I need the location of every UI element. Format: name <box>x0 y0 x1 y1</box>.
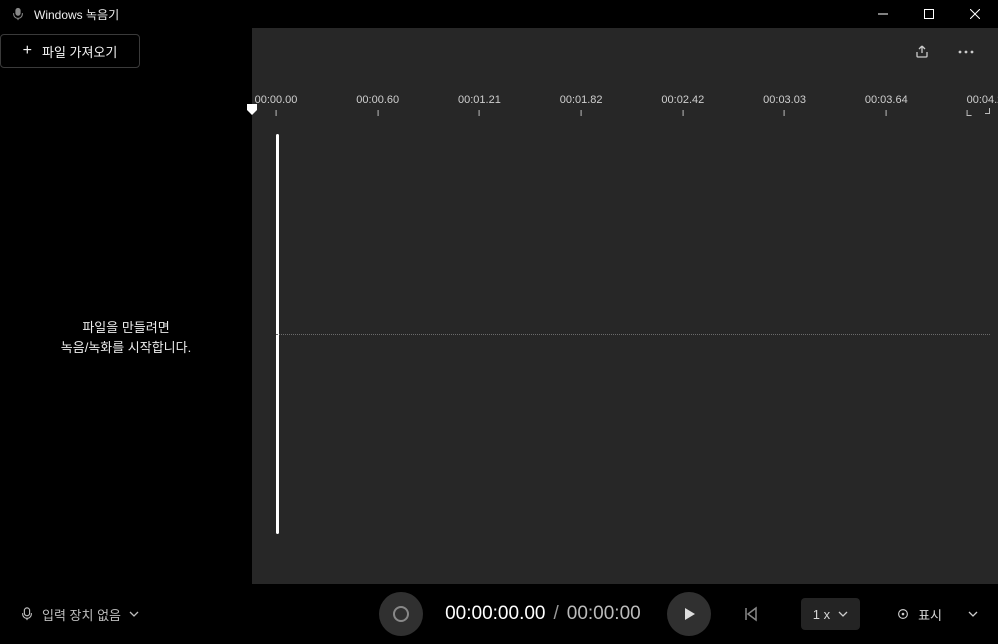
share-button[interactable] <box>906 36 938 68</box>
timeline-tick: 00:03.03 <box>763 94 806 116</box>
window-controls <box>860 0 998 28</box>
tick-mark <box>275 110 276 116</box>
tick-label: 00:00.00 <box>255 94 298 106</box>
tick-label: 00:04.24 <box>967 94 998 106</box>
ruler-end-marker <box>985 108 990 114</box>
time-separator: / <box>553 603 558 625</box>
marker-label: 표시 <box>918 605 942 624</box>
minimize-button[interactable] <box>860 0 906 28</box>
tick-label: 00:03.03 <box>763 94 806 106</box>
speed-label: 1 x <box>813 607 830 622</box>
content: 00:04.24 00:03.64 00:03.03 00:02.42 00:01.82… <box>252 28 998 584</box>
timeline-ruler[interactable]: 00:04.24 00:03.64 00:03.03 00:02.42 00:01.82… <box>276 94 998 126</box>
time-display: 00:00:00.00 / 00:00:00 <box>445 603 641 625</box>
import-file-label: 파일 가져오기 <box>42 42 117 61</box>
tick-mark <box>784 110 785 116</box>
tick-mark <box>682 110 683 116</box>
tick-label: 00:00.60 <box>356 94 399 106</box>
timeline-tick: 00:01.82 <box>560 94 603 116</box>
play-button[interactable] <box>667 592 711 636</box>
empty-line-2: 녹음/녹화를 시작합니다. <box>10 338 242 358</box>
marker-button[interactable]: 표시 <box>886 598 952 630</box>
sidebar-empty-message: 파일을 만들려면 녹음/녹화를 시작합니다. <box>0 318 252 357</box>
tick-mark <box>886 110 887 116</box>
empty-line-1: 파일을 만들려면 <box>10 318 242 338</box>
timeline[interactable]: 00:04.24 00:03.64 00:03.03 00:02.42 00:01.82… <box>252 76 998 584</box>
play-icon <box>681 606 697 622</box>
tick-mark <box>377 110 378 116</box>
chevron-down-icon <box>129 609 139 619</box>
playhead[interactable] <box>246 104 258 116</box>
titlebar-left: Windows 녹음기 <box>0 6 119 23</box>
tick-mark <box>967 110 972 116</box>
marker-icon <box>896 607 910 621</box>
input-device-label: 입력 장치 없음 <box>42 605 121 624</box>
skip-back-button[interactable] <box>733 596 769 632</box>
titlebar: Windows 녹음기 <box>0 0 998 28</box>
record-icon <box>393 606 409 622</box>
total-time: 00:00:00 <box>567 603 641 625</box>
maximize-button[interactable] <box>906 0 952 28</box>
content-toolbar <box>252 28 998 76</box>
close-button[interactable] <box>952 0 998 28</box>
import-file-button[interactable]: + 파일 가져오기 <box>0 34 140 68</box>
timeline-tick: 00:01.21 <box>458 94 501 116</box>
chevron-down-icon <box>968 609 978 619</box>
marker-dropdown[interactable] <box>960 598 986 630</box>
tick-label: 00:01.21 <box>458 94 501 106</box>
timeline-tick: 00:00.00 <box>255 94 298 116</box>
timeline-tick: 00:00.60 <box>356 94 399 116</box>
bottombar: 입력 장치 없음 00:00:00.00 / 00:00:00 1 x 표시 <box>0 584 998 644</box>
tick-mark <box>581 110 582 116</box>
skip-back-icon <box>743 606 759 622</box>
tick-label: 00:01.82 <box>560 94 603 106</box>
tick-mark <box>479 110 480 116</box>
plus-icon: + <box>23 43 32 59</box>
tick-label: 00:02.42 <box>661 94 704 106</box>
timeline-tick: 00:03.64 <box>865 94 908 116</box>
sidebar: + 파일 가져오기 파일을 만들려면 녹음/녹화를 시작합니다. <box>0 28 252 584</box>
main: + 파일 가져오기 파일을 만들려면 녹음/녹화를 시작합니다. 00:04.2… <box>0 28 998 584</box>
current-time: 00:00:00.00 <box>445 603 545 625</box>
chevron-down-icon <box>838 609 848 619</box>
playback-speed-dropdown[interactable]: 1 x <box>801 598 860 630</box>
timeline-tick: 00:02.42 <box>661 94 704 116</box>
record-button[interactable] <box>379 592 423 636</box>
mic-icon <box>20 607 34 621</box>
waveform-midline <box>276 334 990 335</box>
more-button[interactable] <box>950 36 982 68</box>
app-title: Windows 녹음기 <box>34 6 119 23</box>
waveform-area[interactable] <box>276 134 998 534</box>
tick-label: 00:03.64 <box>865 94 908 106</box>
timeline-tick: 00:04.24 <box>967 94 998 116</box>
input-device-dropdown[interactable]: 입력 장치 없음 <box>12 601 147 628</box>
app-icon <box>10 6 26 22</box>
